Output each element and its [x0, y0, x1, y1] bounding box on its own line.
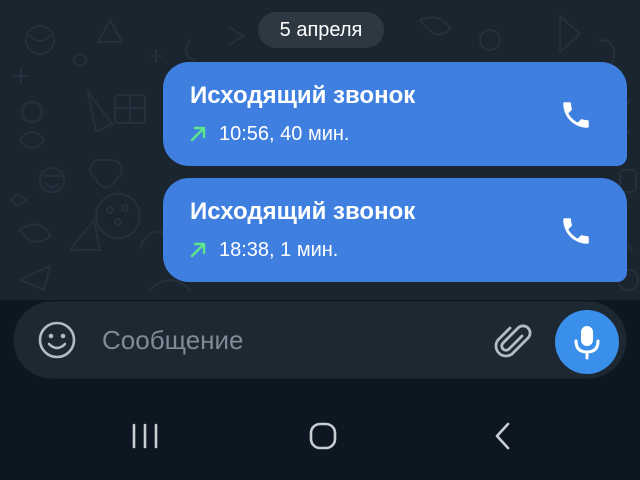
date-separator: 5 апреля: [258, 12, 384, 48]
back-button[interactable]: [473, 414, 533, 458]
call-time-duration: 18:38, 1 мин.: [219, 239, 339, 261]
call-details: 10:56, 40 мин.: [188, 120, 350, 148]
call-details: 18:38, 1 мин.: [188, 236, 338, 264]
emoji-icon[interactable]: [36, 319, 78, 361]
home-icon: [309, 422, 337, 450]
recents-icon: [132, 423, 158, 449]
call-message-bubble[interactable]: Исходящий звонок 10:56, 40 мин.: [163, 62, 627, 166]
call-message-bubble[interactable]: Исходящий звонок 18:38, 1 мин.: [163, 178, 627, 282]
system-navigation-bar: [0, 392, 640, 480]
message-input[interactable]: [102, 320, 472, 360]
recents-button[interactable]: [115, 414, 175, 458]
call-title: Исходящий звонок: [190, 82, 416, 109]
back-icon: [495, 422, 510, 450]
call-time-duration: 10:56, 40 мин.: [219, 123, 350, 145]
call-title: Исходящий звонок: [190, 198, 416, 225]
phone-icon[interactable]: [559, 98, 593, 132]
phone-icon[interactable]: [559, 214, 593, 248]
chat-area: 5 апреля Исходящий звонок 10:56, 40 мин.…: [0, 0, 640, 300]
microphone-icon: [574, 326, 600, 360]
paperclip-icon[interactable]: [490, 318, 534, 362]
outgoing-arrow-icon: [190, 242, 206, 258]
outgoing-arrow-icon: [190, 126, 206, 142]
message-composer: [14, 302, 626, 378]
home-button[interactable]: [293, 414, 353, 458]
voice-message-button[interactable]: [555, 310, 619, 374]
